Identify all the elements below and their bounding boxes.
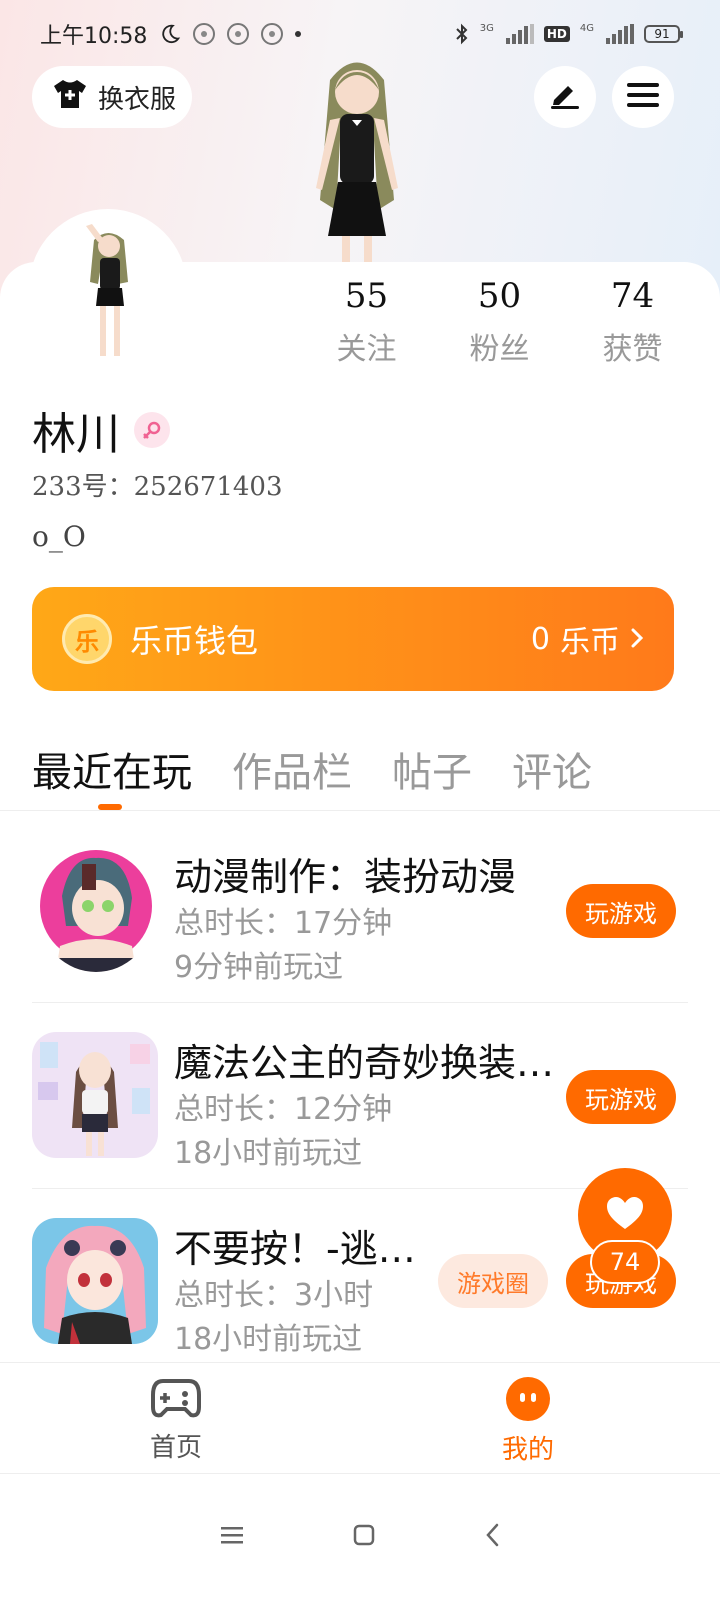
nav-item-home[interactable]: 首页 (0, 1363, 352, 1473)
game-icon (32, 1218, 158, 1344)
shirt-icon (52, 78, 88, 117)
game-duration: 总时长：12分钟 (174, 1092, 393, 1127)
like-count-badge: 74 (590, 1240, 660, 1284)
list-item[interactable]: 魔法公主的奇妙换装… 总时长：12分钟 18小时前玩过 玩游戏 (32, 1032, 688, 1202)
stat-value: 55 (344, 276, 389, 316)
signal-icon (606, 24, 634, 44)
divider (32, 1002, 688, 1003)
game-duration: 总时长：17分钟 (174, 906, 393, 941)
username-row: 林川 (32, 398, 170, 462)
app-notification-icon (193, 23, 216, 45)
avatar-character-illustration[interactable] (282, 50, 432, 264)
nav-label: 首页 (149, 1433, 202, 1463)
username: 林川 (32, 409, 120, 460)
dress-up-label: 换衣服 (98, 84, 177, 115)
content-tabs: 最近在玩 作品栏 帖子 评论 (32, 740, 592, 798)
stat-label: 关注 (336, 332, 397, 367)
wallet-title: 乐币钱包 (130, 622, 259, 660)
play-game-button[interactable]: 玩游戏 (566, 884, 676, 938)
play-game-button[interactable]: 玩游戏 (566, 1070, 676, 1124)
moon-icon (159, 23, 181, 45)
game-name: 不要按！-逃… (174, 1227, 416, 1271)
stat-following[interactable]: 55 关注 (300, 276, 433, 368)
game-last-played: 9分钟前玩过 (174, 950, 344, 985)
app-notification-icon (261, 23, 284, 45)
recent-apps-icon[interactable] (221, 1525, 243, 1549)
battery-level: 91 (654, 27, 670, 41)
stat-label: 粉丝 (469, 332, 530, 367)
stat-value: 50 (477, 276, 522, 316)
tab-posts[interactable]: 帖子 (392, 740, 472, 798)
back-icon[interactable] (485, 1523, 499, 1551)
game-circle-button[interactable]: 游戏圈 (438, 1254, 548, 1308)
hamburger-icon (627, 81, 659, 113)
game-name: 魔法公主的奇妙换装… (174, 1041, 555, 1085)
stat-label: 获赞 (602, 332, 663, 367)
system-navigation-bar (0, 1474, 720, 1600)
signal-icon (505, 24, 534, 44)
chevron-right-icon (630, 622, 644, 657)
nav-label: 我的 (501, 1435, 554, 1465)
status-time: 上午10:58 (40, 24, 148, 49)
tab-comments[interactable]: 评论 (512, 740, 592, 798)
pen-icon (548, 80, 582, 114)
home-icon[interactable] (353, 1524, 375, 1550)
heart-icon (605, 1195, 645, 1235)
game-name: 动漫制作：装扮动漫 (174, 855, 517, 899)
game-duration: 总时长：3小时 (174, 1278, 374, 1313)
more-notifications-icon (295, 31, 302, 37)
battery-icon: 91 (644, 25, 683, 43)
dress-up-button[interactable]: 换衣服 (32, 66, 192, 128)
wallet-button[interactable]: 乐 乐币钱包 0 乐币 (32, 587, 674, 691)
wallet-unit: 乐币 (560, 625, 620, 660)
network-4g-label: 4G (579, 23, 594, 34)
coin-icon: 乐 (62, 614, 112, 664)
user-id: 233号：252671403 (32, 472, 283, 502)
face-icon (506, 1377, 550, 1425)
bottom-navigation: 首页 我的 (0, 1362, 720, 1474)
stat-value: 74 (610, 276, 655, 316)
game-last-played: 18小时前玩过 (174, 1322, 363, 1357)
female-gender-icon (134, 412, 170, 448)
game-icon (40, 846, 152, 972)
profile-stats: 55 关注 50 粉丝 74 获赞 (300, 276, 700, 368)
edit-profile-button[interactable] (534, 66, 596, 128)
app-notification-icon (227, 23, 250, 45)
wallet-balance-group: 0 乐币 (531, 617, 644, 661)
game-icon (32, 1032, 158, 1158)
stat-followers[interactable]: 50 粉丝 (433, 276, 566, 368)
menu-button[interactable] (612, 66, 674, 128)
avatar[interactable] (32, 212, 184, 364)
network-3g-label: 3G (479, 23, 494, 34)
user-bio: o_O (32, 520, 86, 553)
wallet-balance: 0 (530, 621, 550, 657)
hd-badge: HD (543, 26, 570, 42)
stat-likes[interactable]: 74 获赞 (566, 276, 699, 368)
game-last-played: 18小时前玩过 (174, 1136, 363, 1171)
gamepad-icon (151, 1377, 201, 1423)
bluetooth-icon (454, 23, 470, 45)
tab-works[interactable]: 作品栏 (232, 740, 352, 798)
divider (0, 810, 720, 811)
list-item[interactable]: 动漫制作：装扮动漫 总时长：17分钟 9分钟前玩过 玩游戏 (32, 846, 688, 1016)
tab-recently-played[interactable]: 最近在玩 (32, 740, 192, 798)
nav-item-mine[interactable]: 我的 (352, 1363, 704, 1473)
